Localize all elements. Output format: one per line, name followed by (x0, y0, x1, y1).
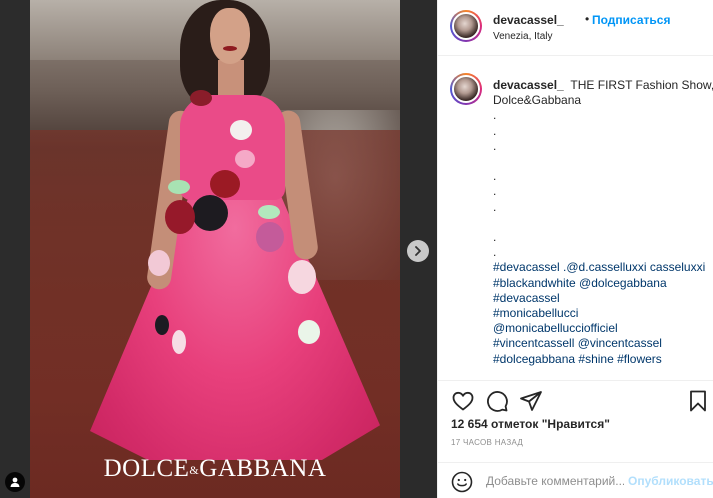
caption-dot-line: . (493, 230, 497, 244)
photo-flower (258, 205, 280, 219)
caption-dot-line: . (493, 184, 497, 199)
caption-text-line: Dolce&Gabbana (493, 93, 582, 108)
caption-author[interactable]: devacassel_ (493, 78, 564, 92)
caption-dot-line: . (493, 123, 497, 138)
photo-flower (235, 150, 255, 168)
publish-button[interactable]: Опубликовать (628, 474, 713, 488)
avatar-image (452, 12, 480, 40)
save-button[interactable] (686, 389, 710, 413)
post-location[interactable]: Venezia, Italy (493, 31, 552, 42)
comments-section[interactable]: devacassel_ THE FIRST Fashion Show, Dolc… (438, 57, 713, 379)
share-icon (520, 391, 542, 411)
photo-flower (192, 195, 228, 231)
post-caption: devacassel_ THE FIRST Fashion Show, Dolc… (493, 78, 713, 367)
avatar[interactable] (450, 10, 482, 42)
caption-dot-line: . (493, 199, 497, 214)
comment-button[interactable] (485, 389, 509, 413)
brand-watermark: DOLCE&GABBANA (103, 455, 327, 482)
post-side-panel: devacassel_ • Подписаться Venezia, Italy… (437, 0, 713, 498)
photo-flower (148, 250, 170, 276)
photo-flower (190, 90, 212, 106)
photo-flower (230, 120, 252, 140)
emoji-button[interactable] (451, 471, 473, 493)
caption-dot-line: . (493, 138, 497, 153)
photo-flower (210, 170, 240, 198)
caption-gap (493, 154, 705, 169)
caption-dot-line: . (493, 108, 497, 123)
photo-face (210, 8, 250, 64)
caption-hashtag-line[interactable]: #vincentcassell @vincentcassel (493, 336, 705, 351)
avatar-image (452, 75, 480, 103)
caption-gap (493, 215, 705, 230)
caption-hashtag-line[interactable]: #dolcegabbana #shine #flowers (493, 352, 705, 367)
comment-icon (487, 391, 508, 412)
photo-flower (168, 180, 190, 194)
caption-hashtag-line[interactable]: #devacassel .@d.casselluxxi casseluxxi (493, 260, 705, 275)
photo-flower (165, 200, 195, 234)
photo-flower (155, 315, 169, 335)
separator-dot: • (585, 12, 590, 26)
post-timestamp[interactable]: 17 ЧАСОВ НАЗАД (451, 438, 523, 447)
chevron-right-icon (415, 246, 421, 256)
likes-count[interactable]: 12 654 отметок "Нравится" (451, 417, 610, 431)
photo-flower (298, 320, 320, 344)
like-button[interactable] (451, 389, 475, 413)
user-tag-icon (10, 477, 20, 487)
caption-text: THE FIRST Fashion Show, (570, 78, 713, 92)
photo-neck (218, 60, 244, 100)
post-username[interactable]: devacassel_ (493, 13, 564, 27)
media-letterbox-left (0, 0, 30, 498)
post-media[interactable]: DOLCE&GABBANA (0, 0, 437, 498)
photo-flower (288, 260, 316, 294)
heart-icon (452, 391, 474, 411)
comment-input[interactable] (486, 472, 624, 490)
add-comment-bar: Опубликовать (438, 462, 713, 498)
share-button[interactable] (519, 389, 543, 413)
photo-lips (223, 46, 237, 51)
caption-avatar[interactable] (450, 73, 482, 105)
caption-hashtag-line[interactable]: #monicabellucci (493, 306, 705, 321)
bookmark-icon (690, 390, 706, 412)
photo-flower (172, 330, 186, 354)
smiley-icon (451, 471, 473, 493)
caption-hashtag-line[interactable]: #blackandwhite @dolcegabbana (493, 276, 705, 291)
post-photo[interactable]: DOLCE&GABBANA (30, 0, 400, 498)
post-actions (438, 380, 713, 420)
photo-flower (256, 222, 284, 252)
caption-hashtag-line[interactable]: @monicabellucciofficiel (493, 321, 705, 336)
user-tag-button[interactable] (5, 472, 25, 492)
next-slide-button[interactable] (407, 240, 429, 262)
caption-dot-line: . (493, 245, 497, 260)
follow-button[interactable]: Подписаться (592, 13, 670, 27)
post-header: devacassel_ • Подписаться Venezia, Italy (438, 0, 713, 56)
caption-dot-line: . (493, 169, 497, 184)
caption-hashtag-line[interactable]: #devacassel (493, 291, 705, 306)
